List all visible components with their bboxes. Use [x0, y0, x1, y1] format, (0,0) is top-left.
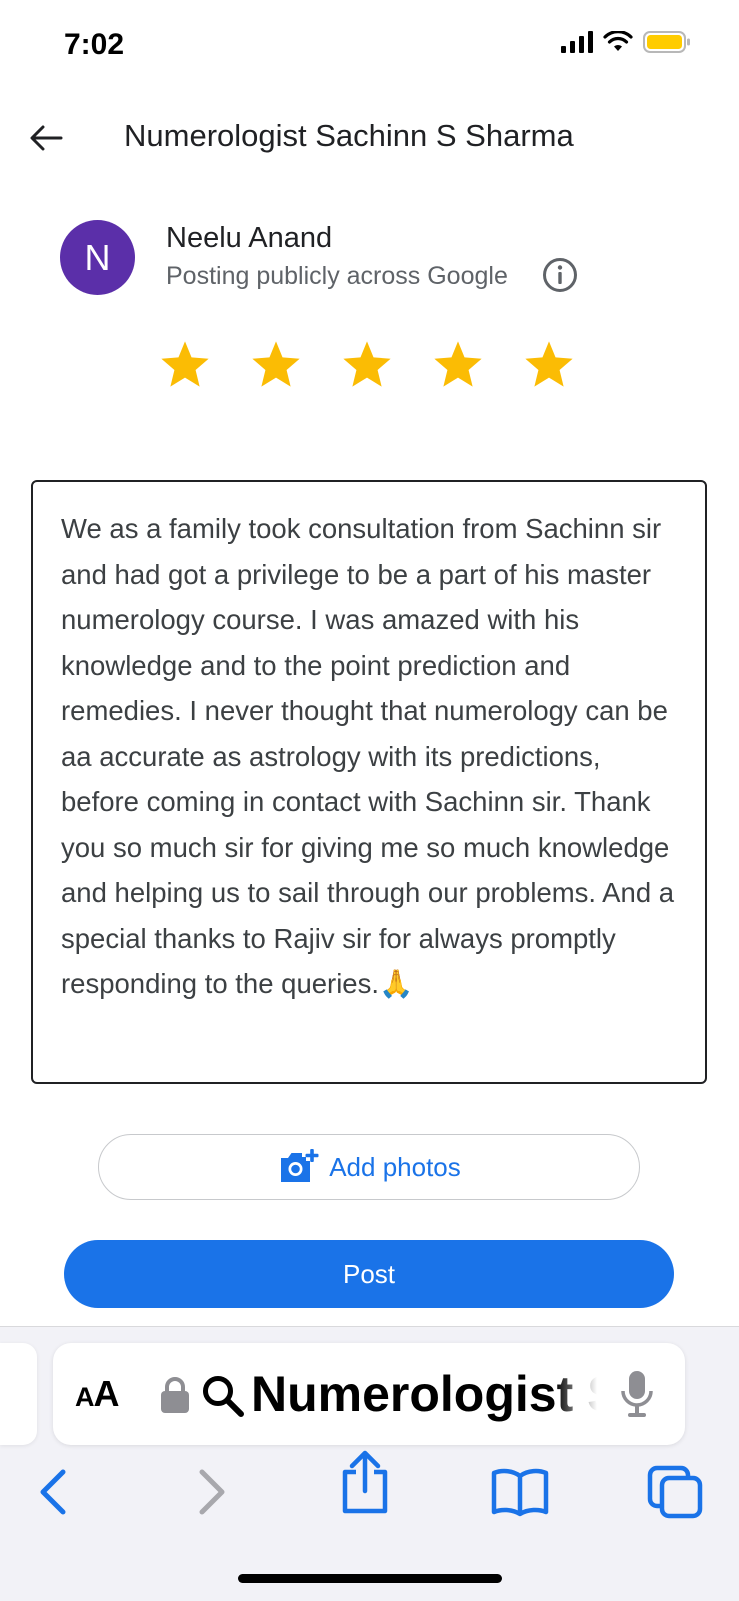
address-text: Numerologist Sachinn S Sharma [251, 1366, 597, 1422]
avatar: N [60, 220, 135, 295]
star-icon[interactable] [431, 338, 485, 392]
posting-note: Posting publicly across Google [166, 262, 508, 290]
info-icon [543, 258, 577, 292]
page-title: Numerologist Sachinn S Sharma [124, 118, 574, 153]
tabs-button[interactable] [645, 1462, 705, 1522]
search-icon [203, 1376, 244, 1417]
battery-icon [643, 31, 690, 53]
status-time: 7:02 [64, 28, 125, 61]
back-button[interactable] [26, 118, 66, 158]
add-photo-icon [281, 1149, 319, 1182]
browser-toolbar [0, 1450, 739, 1532]
back-arrow-icon [30, 125, 63, 151]
bookmarks-icon [491, 1468, 549, 1517]
star-icon[interactable] [340, 338, 394, 392]
lock-icon [161, 1377, 189, 1413]
address-bar[interactable]: AA Numerologist Sachinn S Sharma [53, 1343, 685, 1445]
avatar-initial: N [84, 236, 111, 278]
share-icon [342, 1450, 388, 1514]
back-icon [40, 1469, 66, 1515]
wifi-icon [603, 31, 633, 51]
previous-tab-peek[interactable] [0, 1343, 37, 1445]
forward-icon [199, 1469, 225, 1515]
star-rating[interactable] [158, 338, 576, 392]
share-button[interactable] [335, 1450, 395, 1514]
browser-back-button[interactable] [23, 1462, 83, 1522]
star-icon[interactable] [158, 338, 212, 392]
microphone-icon[interactable] [621, 1369, 653, 1419]
tabs-icon [647, 1465, 703, 1519]
signal-icon [561, 31, 593, 53]
home-indicator [238, 1574, 502, 1583]
status-icons [561, 30, 691, 54]
star-icon[interactable] [249, 338, 303, 392]
post-label: Post [342, 1258, 396, 1289]
star-icon[interactable] [522, 338, 576, 392]
review-text: We as a family took consultation from Sa… [61, 513, 675, 999]
info-button[interactable] [542, 257, 578, 293]
bookmarks-button[interactable] [490, 1462, 550, 1522]
text-size-button[interactable]: AA [75, 1373, 120, 1415]
post-button[interactable]: Post [64, 1240, 674, 1308]
user-name: Neelu Anand [166, 222, 333, 254]
add-photos-button[interactable]: Add photos [98, 1134, 640, 1200]
browser-forward-button[interactable] [182, 1462, 242, 1522]
review-textarea[interactable]: We as a family took consultation from Sa… [31, 480, 707, 1084]
add-photos-label: Add photos [329, 1151, 461, 1182]
